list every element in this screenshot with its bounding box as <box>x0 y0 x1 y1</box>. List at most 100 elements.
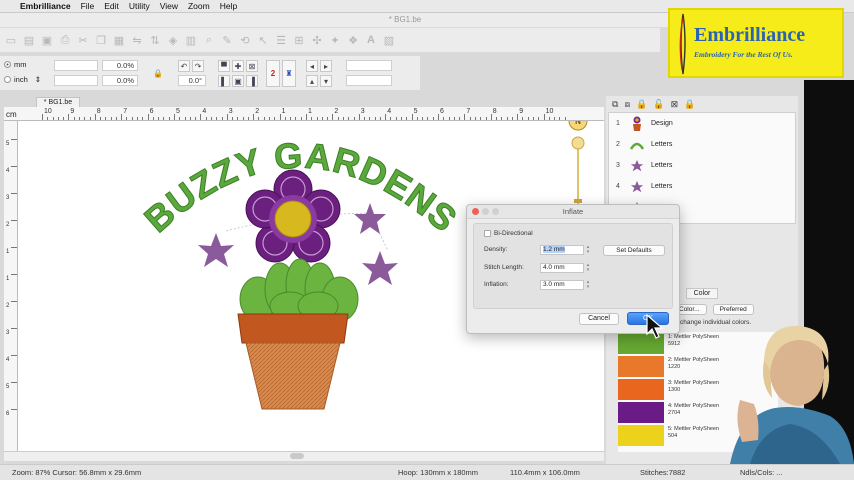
flip-icon[interactable]: ⇅ <box>148 33 162 47</box>
align-middle-icon[interactable]: ▣ <box>232 75 244 87</box>
height-percent-field[interactable]: 0.0% <box>102 75 138 86</box>
object-list-item[interactable]: 4 Letters <box>609 176 795 197</box>
objects-tool-icon[interactable]: ⧉ <box>612 99 618 110</box>
align-top-icon[interactable]: ▀ <box>218 60 230 72</box>
grid-icon[interactable]: ▥ <box>184 33 198 47</box>
big-flower[interactable] <box>245 169 341 263</box>
object-index: 1 <box>616 120 620 127</box>
set-defaults-button[interactable]: Set Defaults <box>603 245 665 256</box>
width-percent-field[interactable]: 0.0% <box>102 60 138 71</box>
inflation-stepper-icon[interactable]: ▴ ▾ <box>584 280 592 290</box>
scroll-thumb[interactable] <box>290 453 304 459</box>
ruler-tick <box>158 117 160 120</box>
lock-open-tool-icon[interactable]: 🔓 <box>653 99 664 110</box>
width-field[interactable] <box>54 60 98 71</box>
needle-count-icon[interactable]: 2 <box>266 60 280 87</box>
zoom-slider[interactable] <box>571 136 585 211</box>
open-icon[interactable]: ▤ <box>22 33 36 47</box>
nudge-left-icon[interactable]: ◂ <box>306 60 318 72</box>
menu-file[interactable]: File <box>81 1 95 11</box>
print-icon[interactable]: ⎙ <box>58 33 72 47</box>
lock-ratio-icon[interactable]: 🔒 <box>152 67 164 79</box>
thread-swatch[interactable] <box>618 402 664 423</box>
nudge-down-icon[interactable]: ▾ <box>320 75 332 87</box>
small-flower-left[interactable] <box>198 233 234 267</box>
distribute-icon[interactable]: ⊠ <box>246 60 258 72</box>
image-icon[interactable]: ▧ <box>382 33 396 47</box>
small-flower-right-top[interactable] <box>354 203 386 234</box>
rotation-field[interactable]: 0.0° <box>178 75 206 86</box>
menu-help[interactable]: Help <box>220 1 237 11</box>
menu-zoom[interactable]: Zoom <box>188 1 210 11</box>
horizontal-scrollbar[interactable] <box>4 451 604 461</box>
node-icon[interactable]: ✣ <box>310 33 324 47</box>
stitch-length-field[interactable]: 4.0 mm <box>540 263 584 273</box>
sparkle-icon[interactable]: ✦ <box>328 33 342 47</box>
unit-mm-option[interactable]: mm <box>4 60 27 69</box>
pot-rim[interactable] <box>237 313 349 344</box>
y-position-field[interactable] <box>346 75 392 86</box>
plant-leaves[interactable] <box>239 258 359 322</box>
text-icon[interactable]: A <box>364 33 378 47</box>
density-stepper-icon[interactable]: ▴ ▾ <box>584 245 592 255</box>
stitch-length-stepper-icon[interactable]: ▴ ▾ <box>584 263 592 273</box>
pencil-icon[interactable]: ✎ <box>220 33 234 47</box>
thread-swatch[interactable] <box>618 425 664 446</box>
puzzle-icon[interactable]: ❖ <box>346 33 360 47</box>
cancel-button[interactable]: Cancel <box>579 313 619 325</box>
nudge-right-icon[interactable]: ▸ <box>320 60 332 72</box>
select-icon[interactable]: ↖ <box>256 33 270 47</box>
compass-icon[interactable]: N <box>568 111 588 131</box>
object-list-item[interactable]: 1 Design <box>609 113 795 134</box>
small-flower-right-bottom[interactable] <box>362 251 398 285</box>
inflation-field[interactable]: 3.0 mm <box>540 280 584 290</box>
3d-icon[interactable]: ◈ <box>166 33 180 47</box>
menu-utility[interactable]: Utility <box>129 1 150 11</box>
align-left-icon[interactable]: ▌ <box>218 75 230 87</box>
color-tab[interactable]: Color <box>686 288 718 299</box>
layers-tool-icon[interactable]: ⧈ <box>624 99 630 110</box>
transform-icon[interactable]: ⟲ <box>238 33 252 47</box>
thread-spool-icon[interactable]: ♜ <box>282 60 296 87</box>
paste-icon[interactable]: ▦ <box>112 33 126 47</box>
menu-view[interactable]: View <box>160 1 178 11</box>
ruler-tick <box>496 117 498 120</box>
rotate-right-icon[interactable]: ↷ <box>192 60 204 72</box>
align-icon[interactable]: ☰ <box>274 33 288 47</box>
delete-tool-icon[interactable]: ⊠ <box>671 99 679 110</box>
ruler-tick <box>115 117 117 120</box>
thread-swatch[interactable] <box>618 379 664 400</box>
new-icon[interactable]: ▭ <box>4 33 18 47</box>
pot-body[interactable] <box>245 342 341 410</box>
rotate-left-icon[interactable]: ↶ <box>178 60 190 72</box>
ruler-tick <box>411 114 413 120</box>
mirror-icon[interactable]: ⇋ <box>130 33 144 47</box>
unit-mm-radio[interactable] <box>4 61 11 68</box>
ruler-tick-label: 1 <box>308 108 312 115</box>
lock-tool-icon[interactable]: 🔒 <box>636 99 647 110</box>
ruler-tick <box>554 117 556 120</box>
align-center-icon[interactable]: ✚ <box>232 60 244 72</box>
x-position-field[interactable] <box>346 60 392 71</box>
object-list-item[interactable]: 3 Letters <box>609 155 795 176</box>
copy-icon[interactable]: ❐ <box>94 33 108 47</box>
align-right-icon[interactable]: ▐ <box>246 75 258 87</box>
bi-directional-checkbox[interactable] <box>484 230 491 237</box>
unit-inch-option[interactable]: inch ⇕ <box>4 75 41 84</box>
ruler-tick <box>263 117 265 120</box>
group-icon[interactable]: ⊞ <box>292 33 306 47</box>
ruler-tick <box>511 117 513 120</box>
zoom-icon[interactable]: ⌕ <box>202 33 216 47</box>
preferred-button[interactable]: Preferred <box>712 304 754 315</box>
nudge-up-icon[interactable]: ▴ <box>306 75 318 87</box>
object-list-item[interactable]: 2 Letters <box>609 134 795 155</box>
height-field[interactable] <box>54 75 98 86</box>
thread-swatch[interactable] <box>618 356 664 377</box>
lock-all-tool-icon[interactable]: 🔒 <box>684 99 695 110</box>
density-field[interactable]: 1.2 mm <box>540 245 584 255</box>
menu-edit[interactable]: Edit <box>104 1 119 11</box>
unit-inch-radio[interactable] <box>4 76 11 83</box>
cut-icon[interactable]: ✂ <box>76 33 90 47</box>
app-menu[interactable]: Embrilliance <box>20 1 71 11</box>
save-icon[interactable]: ▣ <box>40 33 54 47</box>
